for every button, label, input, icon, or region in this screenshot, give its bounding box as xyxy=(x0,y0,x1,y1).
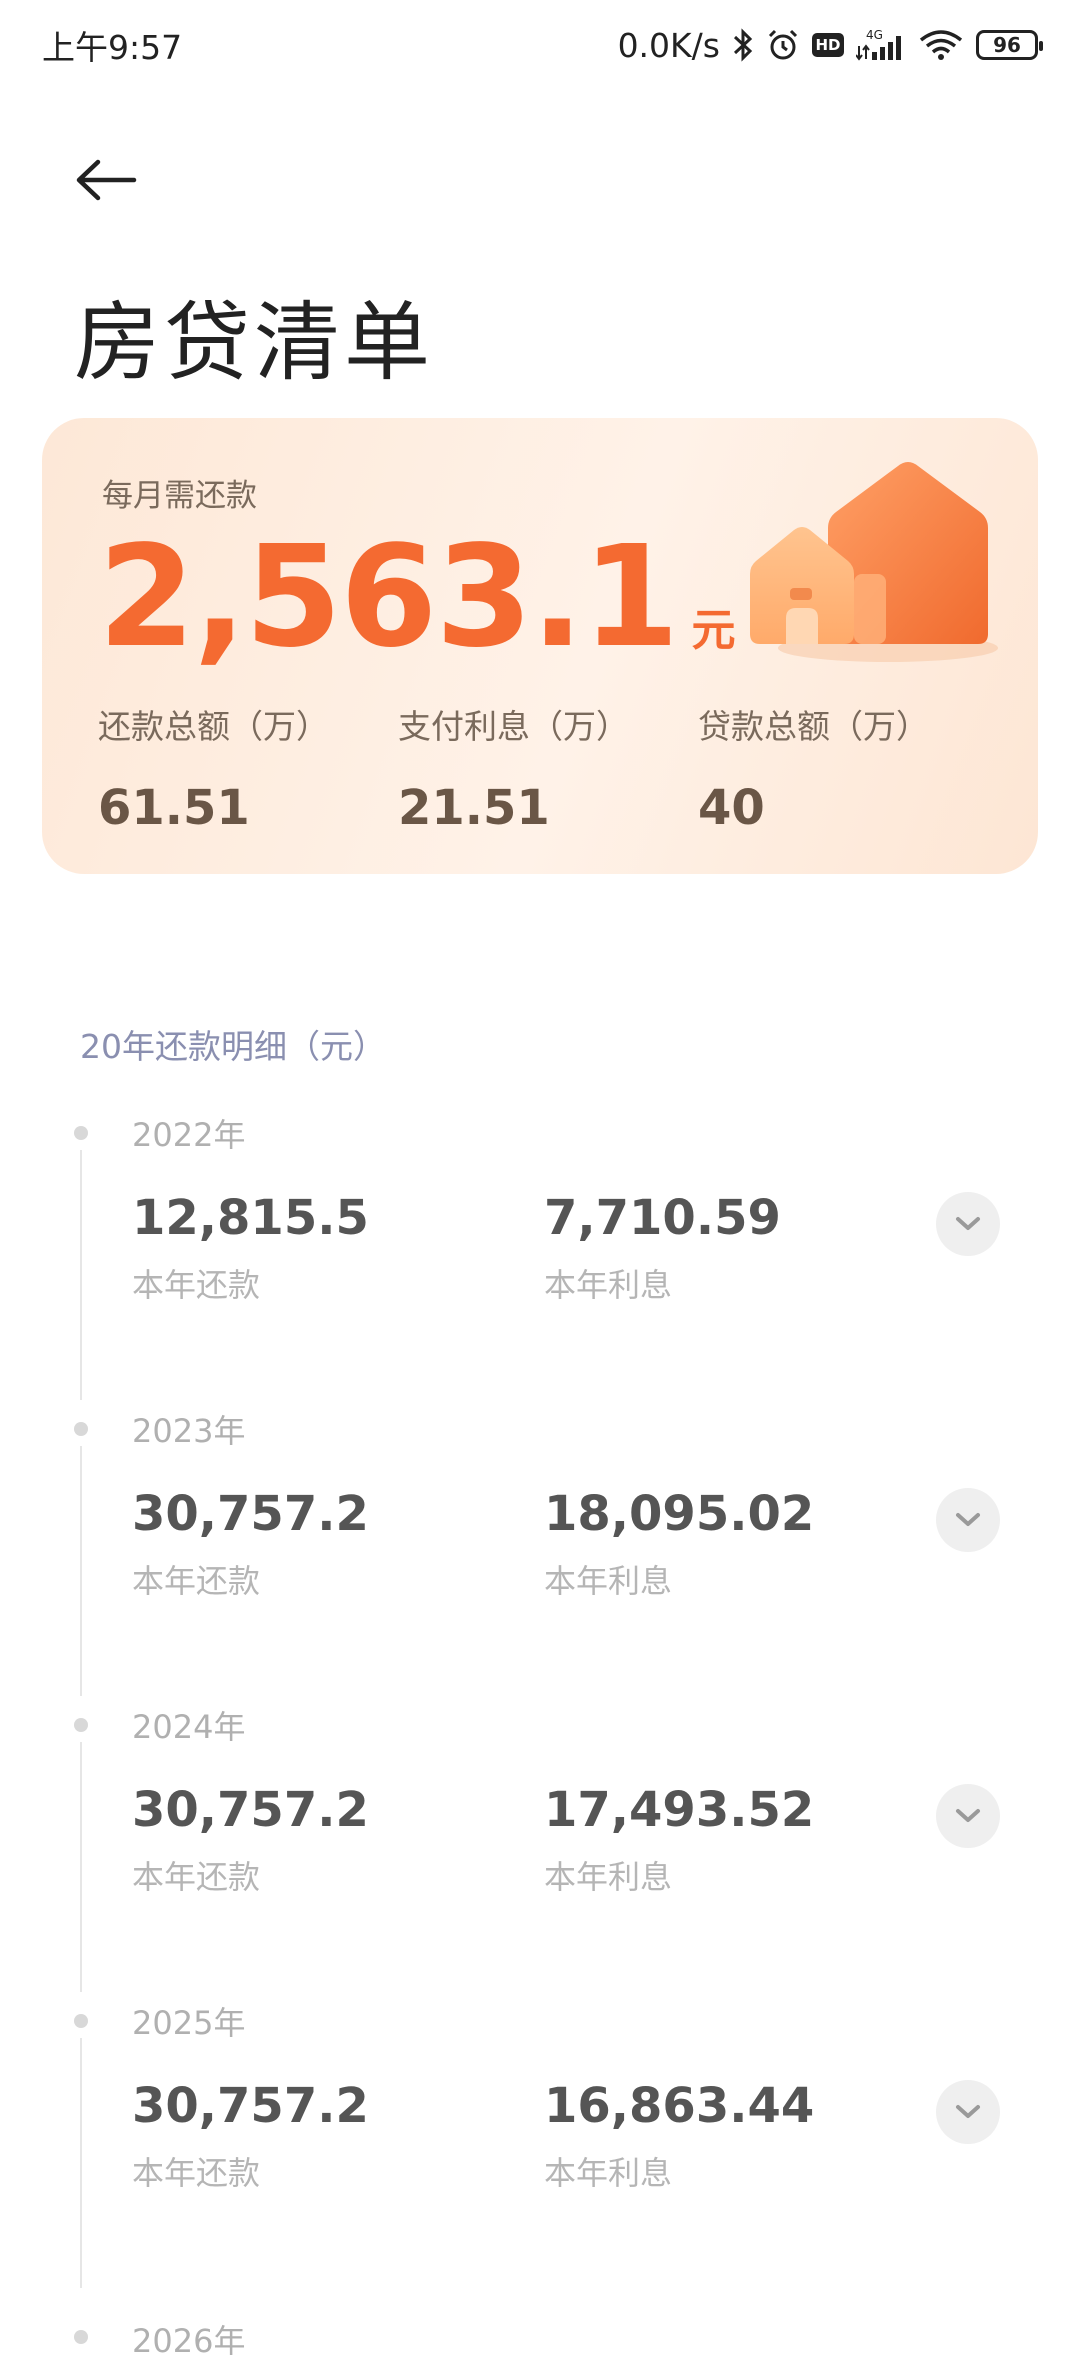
annual-interest-label: 本年利息 xyxy=(544,1562,673,1600)
annual-interest-label: 本年利息 xyxy=(544,1858,673,1896)
summary-card: 每月需还款 2,563.1 元 还款总额（万） 61.51 支付利息（万） 21… xyxy=(42,418,1038,874)
annual-payment-value: 30,757.2 xyxy=(132,2078,369,2134)
stat-value: 61.51 xyxy=(98,780,250,836)
annual-interest-label: 本年利息 xyxy=(544,1266,673,1304)
hd-icon: HD xyxy=(812,33,844,57)
monthly-payment-label: 每月需还款 xyxy=(102,478,257,514)
stat-interest-paid: 支付利息（万） 21.51 xyxy=(398,700,698,836)
timeline-line xyxy=(80,1446,82,1696)
timeline-dot xyxy=(74,1422,88,1436)
back-button[interactable] xyxy=(66,140,146,220)
timeline-line xyxy=(80,1150,82,1400)
expand-year-button[interactable] xyxy=(936,1784,1000,1848)
annual-interest-value: 18,095.02 xyxy=(544,1486,815,1542)
year-item-2024: 2024年 30,757.2 本年还款 17,493.52 本年利息 xyxy=(0,1702,1080,1998)
bluetooth-icon xyxy=(732,28,754,62)
chevron-down-icon xyxy=(956,1217,980,1230)
chevron-down-icon xyxy=(956,2105,980,2118)
year-label: 2023年 xyxy=(132,1412,246,1450)
annual-payment-label: 本年还款 xyxy=(132,1858,261,1896)
stat-label: 贷款总额（万） xyxy=(698,707,929,746)
stat-total-repayment: 还款总额（万） 61.51 xyxy=(98,700,398,836)
summary-stats: 还款总额（万） 61.51 支付利息（万） 21.51 贷款总额（万） 40 xyxy=(98,700,998,836)
annual-payment-value: 12,815.5 xyxy=(132,1190,369,1246)
year-label: 2025年 xyxy=(132,2004,246,2042)
timeline-dot xyxy=(74,1126,88,1140)
annual-interest-value: 16,863.44 xyxy=(544,2078,815,2134)
chevron-down-icon xyxy=(956,1513,980,1526)
timeline-dot xyxy=(74,1718,88,1732)
stat-label: 支付利息（万） xyxy=(398,707,629,746)
annual-payment-label: 本年还款 xyxy=(132,1266,261,1304)
monthly-payment: 2,563.1 元 xyxy=(98,528,735,668)
timeline-dot xyxy=(74,2014,88,2028)
page-title: 房贷清单 xyxy=(74,293,434,393)
battery-icon: 96 xyxy=(976,30,1043,60)
annual-payment-label: 本年还款 xyxy=(132,1562,261,1600)
annual-payment-value: 30,757.2 xyxy=(132,1486,369,1542)
status-bar: 上午9:57 0.0K/s HD 4G 96 xyxy=(0,0,1080,90)
year-label: 2022年 xyxy=(132,1116,246,1154)
year-label-partial: 2026年 xyxy=(132,2322,246,2360)
arrow-left-icon xyxy=(76,159,137,201)
signal-icon: 4G xyxy=(856,28,906,62)
details-section-title: 20年还款明细（元） xyxy=(80,1027,386,1066)
stat-loan-total: 贷款总额（万） 40 xyxy=(698,700,998,836)
network-speed: 0.0K/s xyxy=(617,25,720,65)
year-item-2025: 2025年 30,757.2 本年还款 16,863.44 本年利息 xyxy=(0,1998,1080,2294)
annual-interest-value: 7,710.59 xyxy=(544,1190,781,1246)
expand-year-button[interactable] xyxy=(936,1488,1000,1552)
wifi-icon xyxy=(918,28,964,62)
stat-label: 还款总额（万） xyxy=(98,707,329,746)
annual-payment-value: 30,757.2 xyxy=(132,1782,369,1838)
expand-year-button[interactable] xyxy=(936,2080,1000,2144)
chevron-down-icon xyxy=(956,1809,980,1822)
timeline-line xyxy=(80,1742,82,1992)
year-item-2022: 2022年 12,815.5 本年还款 7,710.59 本年利息 xyxy=(0,1110,1080,1406)
house-illustration-icon xyxy=(750,462,998,662)
annual-interest-value: 17,493.52 xyxy=(544,1782,815,1838)
monthly-payment-unit: 元 xyxy=(691,605,736,656)
monthly-payment-amount: 2,563.1 xyxy=(98,516,679,679)
stat-value: 21.51 xyxy=(398,780,550,836)
annual-interest-label: 本年利息 xyxy=(544,2154,673,2192)
year-label: 2024年 xyxy=(132,1708,246,1746)
year-item-2023: 2023年 30,757.2 本年还款 18,095.02 本年利息 xyxy=(0,1406,1080,1702)
annual-payment-label: 本年还款 xyxy=(132,2154,261,2192)
status-time: 上午9:57 xyxy=(42,28,183,67)
timeline-dot xyxy=(74,2330,88,2344)
repayment-timeline: 2022年 12,815.5 本年还款 7,710.59 本年利息 2023年 … xyxy=(0,1110,1080,2294)
stat-value: 40 xyxy=(698,780,765,836)
svg-text:4G: 4G xyxy=(866,28,883,42)
alarm-icon xyxy=(766,28,800,62)
timeline-line xyxy=(80,2038,82,2288)
expand-year-button[interactable] xyxy=(936,1192,1000,1256)
